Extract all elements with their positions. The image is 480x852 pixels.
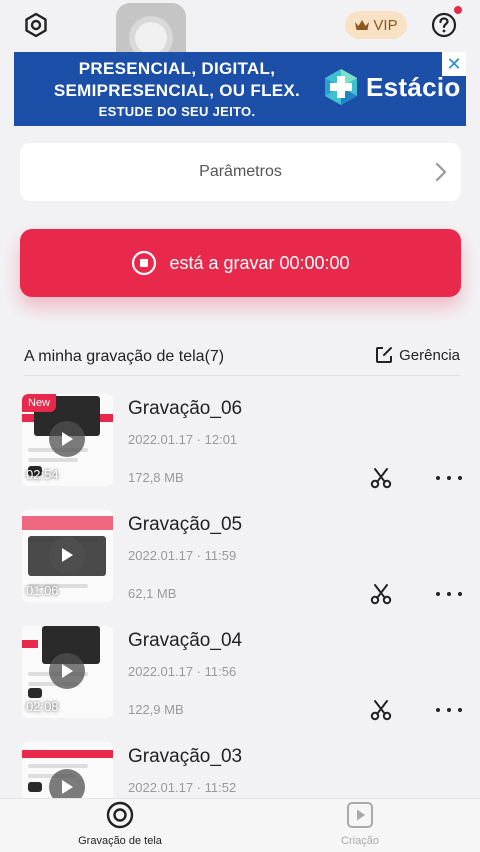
- recording-title: Gravação_05: [128, 514, 243, 535]
- play-icon[interactable]: [49, 537, 85, 573]
- scissors-icon[interactable]: [369, 698, 393, 722]
- video-thumbnail[interactable]: 01:06: [22, 510, 113, 602]
- list-item[interactable]: 02:54 New Gravação_06 2022.01.17 · 12:01…: [0, 394, 480, 510]
- ad-banner[interactable]: PRESENCIAL, DIGITAL, SEMIPRESENCIAL, OU …: [14, 52, 466, 126]
- ad-line-1: PRESENCIAL, DIGITAL,: [78, 59, 276, 78]
- tab-screen-recording[interactable]: Gravação de tela: [40, 801, 200, 847]
- crown-icon: [355, 20, 370, 30]
- play-icon[interactable]: [49, 653, 85, 689]
- edit-icon: [376, 347, 393, 363]
- ad-line-2: SEMIPRESENCIAL, OU FLEX.: [53, 81, 301, 100]
- help-icon[interactable]: [430, 11, 458, 39]
- stop-icon: [132, 250, 157, 276]
- more-options-icon[interactable]: [436, 468, 462, 488]
- list-item[interactable]: 01:06 Gravação_05 2022.01.17 · 11:59 62,…: [0, 510, 480, 626]
- recording-title: Gravação_04: [128, 630, 243, 651]
- recording-size: 122,9 MB: [128, 702, 184, 717]
- video-thumbnail[interactable]: 02:08: [22, 626, 113, 718]
- record-label: está a gravar 00:00:00: [169, 252, 350, 273]
- record-button[interactable]: está a gravar 00:00:00: [20, 229, 461, 297]
- recording-title: Gravação_03: [128, 746, 243, 767]
- duration-label: 01:06: [26, 583, 59, 598]
- estacio-logo-icon: [325, 69, 357, 105]
- top-bar: VIP: [0, 0, 480, 73]
- recording-size: 172,8 MB: [128, 470, 184, 485]
- ad-line-3: ESTUDE DO SEU JEITO.: [98, 104, 256, 119]
- duration-label: 02:08: [26, 699, 59, 714]
- vip-label: VIP: [373, 16, 398, 34]
- recordings-title: A minha gravação de tela(7): [24, 348, 225, 365]
- notification-dot: [454, 6, 462, 14]
- tab-label: Criação: [341, 835, 379, 847]
- manage-button[interactable]: Gerência: [375, 346, 460, 364]
- more-options-icon[interactable]: [436, 584, 462, 604]
- recording-date: 2022.01.17 · 12:01: [128, 432, 238, 447]
- bottom-nav: Gravação de tela Criação: [0, 798, 480, 852]
- recording-size: 62,1 MB: [128, 586, 177, 601]
- scissors-icon[interactable]: [369, 466, 393, 490]
- more-options-icon[interactable]: [436, 700, 462, 720]
- recording-date: 2022.01.17 · 11:59: [128, 548, 237, 563]
- vip-button[interactable]: VIP: [345, 11, 407, 39]
- record-circle-icon: [106, 801, 134, 829]
- recordings-header: A minha gravação de tela(7) Gerência: [24, 340, 460, 376]
- ad-close-icon[interactable]: ✕: [442, 52, 466, 76]
- duration-label: 02:54: [26, 467, 59, 482]
- ad-brand: Estácio: [366, 72, 461, 102]
- list-item[interactable]: Gravação_03 2022.01.17 · 11:52: [0, 742, 480, 798]
- video-thumbnail[interactable]: [22, 742, 113, 798]
- parameters-button[interactable]: Parâmetros: [20, 143, 461, 201]
- play-icon[interactable]: [49, 421, 85, 457]
- recording-date: 2022.01.17 · 11:56: [128, 664, 237, 679]
- parameters-label: Parâmetros: [199, 163, 282, 180]
- ad-text: PRESENCIAL, DIGITAL, SEMIPRESENCIAL, OU …: [32, 58, 322, 122]
- scissors-icon[interactable]: [369, 582, 393, 606]
- manage-label: Gerência: [399, 346, 460, 364]
- list-item[interactable]: 02:08 Gravação_04 2022.01.17 · 11:56 122…: [0, 626, 480, 742]
- recording-title: Gravação_06: [128, 398, 243, 419]
- play-icon[interactable]: [49, 769, 85, 798]
- tab-label: Gravação de tela: [78, 835, 162, 847]
- video-play-icon: [347, 802, 373, 828]
- recording-date: 2022.01.17 · 11:52: [128, 780, 237, 795]
- chevron-right-icon: [435, 162, 447, 182]
- settings-icon[interactable]: [22, 11, 50, 39]
- new-badge: New: [22, 394, 57, 412]
- video-thumbnail[interactable]: 02:54 New: [22, 394, 113, 486]
- tab-creation[interactable]: Criação: [280, 801, 440, 847]
